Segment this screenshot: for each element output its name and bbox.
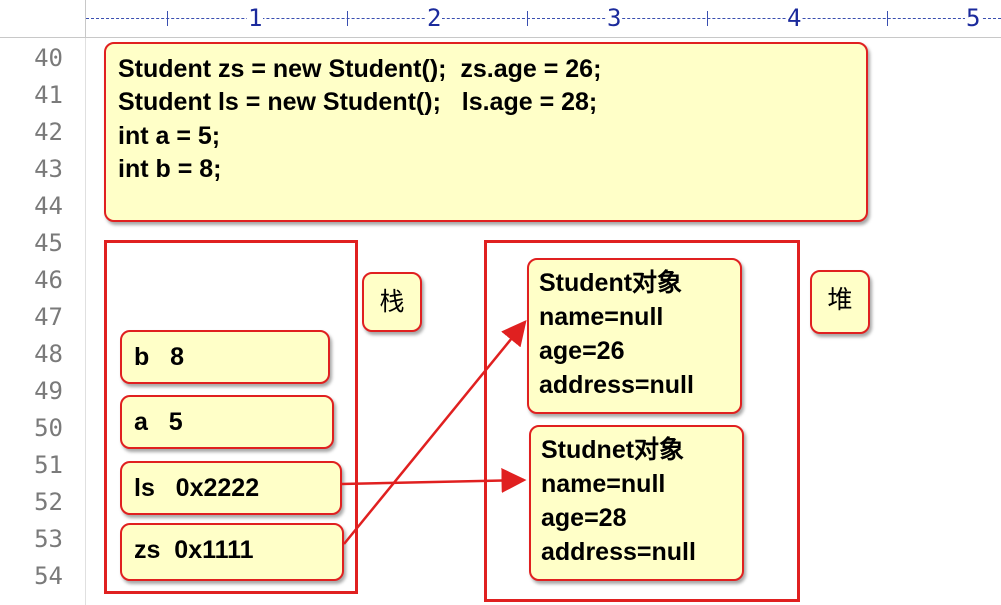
line-number: 48 — [34, 340, 63, 368]
stack-cell-a: a 5 — [120, 395, 334, 449]
ruler-baseline — [86, 18, 1001, 19]
code-line: int a = 5; — [118, 122, 221, 150]
ruler-mark-4: 4 — [786, 4, 803, 32]
stack-cell-b: b 8 — [120, 330, 330, 384]
heap-object-field: age=26 — [539, 337, 625, 365]
line-number: 44 — [34, 192, 63, 220]
ruler-mark-5: 5 — [965, 4, 982, 32]
heap-object-field: address=null — [539, 371, 694, 399]
ruler-gutter-corner — [0, 0, 86, 37]
code-note: Student zs = new Student(); zs.age = 26;… — [104, 42, 868, 222]
line-number: 41 — [34, 81, 63, 109]
heap-object-field: name=null — [539, 303, 664, 331]
stack-label: 栈 — [362, 272, 422, 332]
ruler-tick — [347, 11, 348, 26]
line-number: 43 — [34, 155, 63, 183]
stack-cell-ls: ls 0x2222 — [120, 461, 342, 515]
heap-object-1: Student对象 name=null age=26 address=null — [527, 258, 742, 414]
line-number: 45 — [34, 229, 63, 257]
line-number: 52 — [34, 488, 63, 516]
heap-object-title: Student对象 — [539, 269, 683, 297]
heap-object-2: Studnet对象 name=null age=28 address=null — [529, 425, 744, 581]
heap-object-field: address=null — [541, 538, 696, 566]
line-number: 42 — [34, 118, 63, 146]
line-number: 53 — [34, 525, 63, 553]
code-line: int b = 8; — [118, 155, 222, 183]
stack-cell-zs: zs 0x1111 — [120, 523, 344, 581]
ruler-mark-3: 3 — [606, 4, 623, 32]
line-number: 47 — [34, 303, 63, 331]
line-number: 50 — [34, 414, 63, 442]
code-line: Student zs = new Student(); zs.age = 26; — [118, 55, 602, 83]
ruler-tick — [527, 11, 528, 26]
line-number: 49 — [34, 377, 63, 405]
ruler-mark-1: 1 — [247, 4, 264, 32]
ruler-tick — [167, 11, 168, 26]
ruler: 1 2 3 4 5 — [0, 0, 1001, 38]
ruler-mark-2: 2 — [426, 4, 443, 32]
line-number: 46 — [34, 266, 63, 294]
heap-object-field: age=28 — [541, 504, 627, 532]
heap-label: 堆 — [810, 270, 870, 334]
ruler-tick — [887, 11, 888, 26]
ruler-tick — [707, 11, 708, 26]
line-number: 51 — [34, 451, 63, 479]
heap-object-field: name=null — [541, 470, 666, 498]
heap-object-title: Studnet对象 — [541, 436, 685, 464]
code-line: Student ls = new Student(); ls.age = 28; — [118, 88, 598, 116]
line-number: 40 — [34, 44, 63, 72]
line-number: 54 — [34, 562, 63, 590]
line-number-gutter: 40 41 42 43 44 45 46 47 48 49 50 51 52 5… — [0, 38, 86, 605]
